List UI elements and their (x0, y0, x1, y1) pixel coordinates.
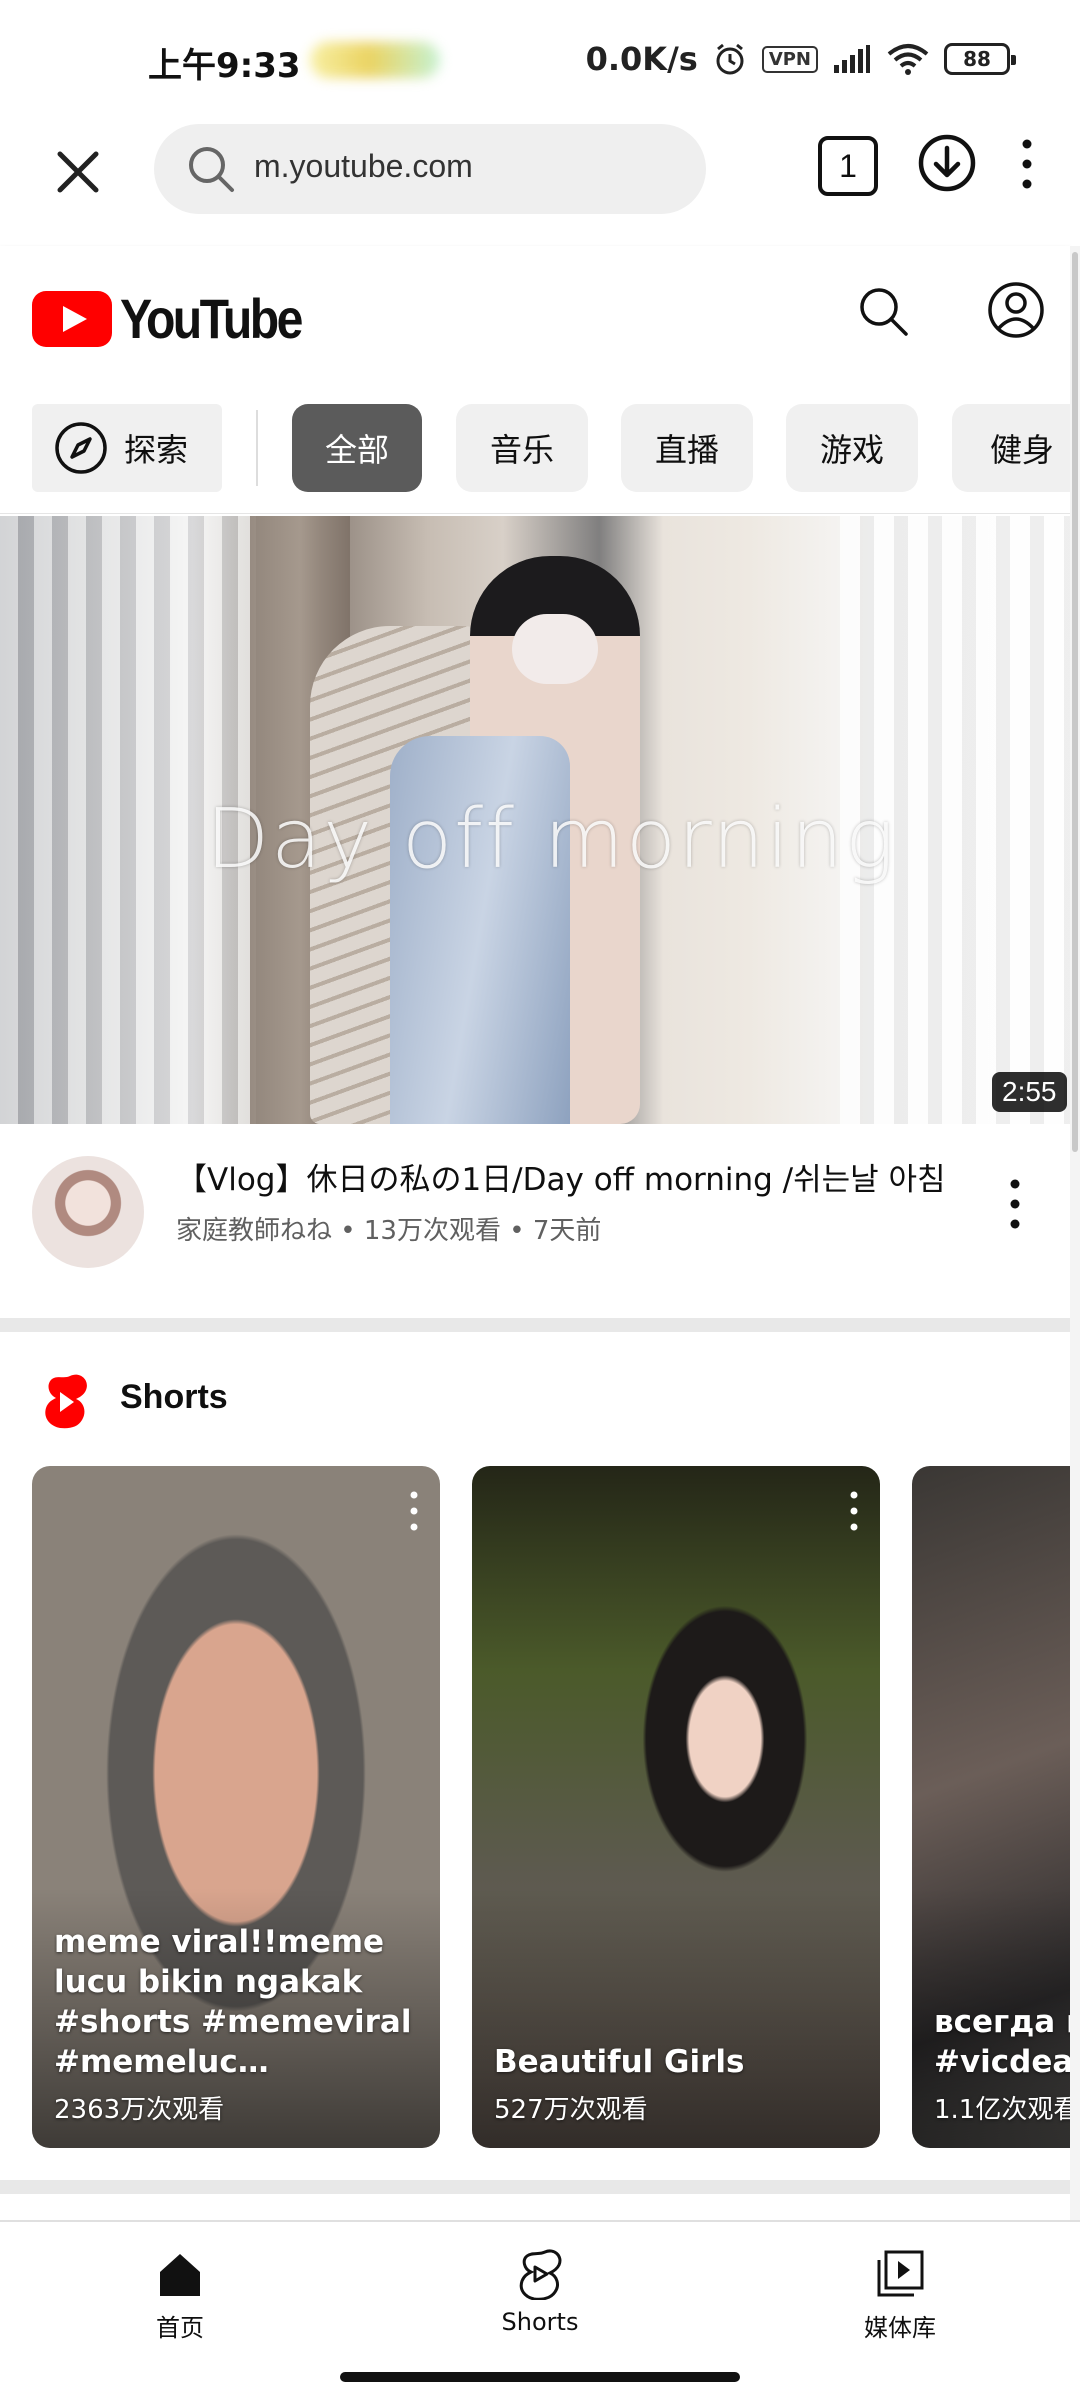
short-card[interactable]: всегда пр… #vicdeang… 1.1亿次观看 (912, 1466, 1070, 2148)
chip-label: 探索 (124, 431, 189, 469)
short-title: Beautiful Girls (494, 2044, 745, 2080)
nav-library[interactable]: 媒体库 (800, 2248, 1000, 2358)
chip-label: 游戏 (819, 431, 884, 469)
url-text: m.youtube.com (254, 148, 473, 184)
more-vert-icon[interactable] (844, 1488, 864, 1534)
alarm-icon (716, 43, 744, 75)
more-vert-icon[interactable] (1000, 1176, 1030, 1232)
battery-level: 88 (963, 47, 991, 71)
close-icon[interactable] (48, 142, 108, 202)
view-count: 13万次观看 (363, 1216, 501, 1246)
bottom-navigation: 首页 Shorts 媒体库 (0, 2220, 1080, 2360)
download-icon[interactable] (916, 132, 978, 194)
youtube-play-icon (32, 290, 112, 347)
chip-label: 音乐 (489, 431, 554, 469)
chip-explore[interactable]: 探索 (32, 404, 222, 492)
meta-dot: • (509, 1216, 533, 1246)
upload-age: 7天前 (532, 1216, 602, 1246)
video-duration: 2:55 (992, 1072, 1067, 1112)
status-bar: 上午9:33 0.0K/s VPN 88 (0, 0, 1080, 120)
short-title: всегда пр… #vicdeang… (934, 2004, 1070, 2080)
shorts-section-title: Shorts (120, 1378, 228, 1416)
youtube-logo[interactable]: YouTube (32, 286, 330, 351)
chip-label: 直播 (654, 431, 719, 469)
shorts-logo-icon (45, 1374, 87, 1429)
compass-icon (55, 422, 107, 474)
search-icon (189, 147, 234, 192)
nav-shorts[interactable]: Shorts (440, 2248, 640, 2358)
chip-music[interactable]: 音乐 (456, 404, 588, 492)
vpn-icon: VPN (761, 45, 818, 73)
short-title: meme viral!!meme lucu bikin ngakak #shor… (54, 1924, 412, 2080)
section-separator (0, 1318, 1070, 1332)
shorts-header: Shorts (0, 1332, 1070, 1462)
nav-home[interactable]: 首页 (80, 2248, 280, 2358)
chip-live[interactable]: 直播 (621, 404, 753, 492)
more-vert-icon[interactable] (404, 1488, 424, 1534)
thumbnail-overlay-text: Day off morning (206, 792, 897, 887)
chip-label: 全部 (324, 431, 389, 469)
short-views: 527万次观看 (494, 2095, 648, 2125)
video-subtitle: 家庭教師ねね • 13万次观看 • 7天前 (176, 1210, 601, 1247)
video-meta[interactable]: 【Vlog】休日の私の1日/Day off morning /쉬는날 아침 家庭… (0, 1124, 1070, 1316)
category-chips: 探索 全部 音乐 直播 游戏 健身 (0, 380, 1070, 514)
browser-toolbar: m.youtube.com 1 (0, 120, 1080, 246)
channel-avatar[interactable] (32, 1156, 144, 1268)
section-separator (0, 2180, 1070, 2194)
short-views: 1.1亿次观看 (934, 2095, 1070, 2125)
nav-label: Shorts (501, 2308, 579, 2336)
chip-all[interactable]: 全部 (292, 404, 422, 492)
short-card[interactable]: Beautiful Girls 527万次观看 (472, 1466, 880, 2148)
more-vert-icon[interactable] (1012, 134, 1042, 194)
short-views: 2363万次观看 (54, 2095, 225, 2125)
network-speed: 0.0K/s (585, 40, 698, 78)
battery-icon: 88 (944, 43, 1016, 75)
signal-icon (834, 45, 870, 73)
status-time: 上午9:33 (148, 46, 301, 86)
shorts-row: meme viral!!meme lucu bikin ngakak #shor… (0, 1466, 1070, 2150)
meta-dot: • (340, 1216, 364, 1246)
shorts-icon (519, 2249, 562, 2300)
account-icon[interactable] (986, 280, 1046, 340)
tabs-button[interactable]: 1 (818, 136, 878, 196)
library-icon (877, 2250, 924, 2297)
search-icon[interactable] (854, 282, 914, 342)
video-title[interactable]: 【Vlog】休日の私の1日/Day off morning /쉬는날 아침 (176, 1154, 946, 1199)
status-right: 0.0K/s VPN 88 (585, 36, 1016, 82)
youtube-logo-text: YouTube (120, 287, 303, 350)
address-bar[interactable]: m.youtube.com (154, 124, 706, 214)
short-card[interactable]: meme viral!!meme lucu bikin ngakak #shor… (32, 1466, 440, 2148)
wifi-icon (887, 44, 929, 75)
home-icon (160, 2254, 200, 2296)
nav-label: 首页 (156, 2314, 204, 2342)
youtube-header: YouTube (0, 246, 1070, 380)
thumbnail-mask (512, 614, 598, 684)
home-indicator[interactable] (340, 2372, 740, 2382)
chip-fitness[interactable]: 健身 (952, 404, 1070, 492)
chip-divider (256, 410, 258, 486)
scrollbar-thumb[interactable] (1072, 252, 1078, 1152)
chip-label: 健身 (989, 431, 1054, 469)
chip-gaming[interactable]: 游戏 (786, 404, 918, 492)
channel-name[interactable]: 家庭教師ねね (176, 1216, 332, 1246)
notification-icons-blurred (310, 42, 440, 78)
video-thumbnail[interactable]: Day off morning (0, 516, 1070, 1124)
nav-label: 媒体库 (864, 2314, 936, 2342)
